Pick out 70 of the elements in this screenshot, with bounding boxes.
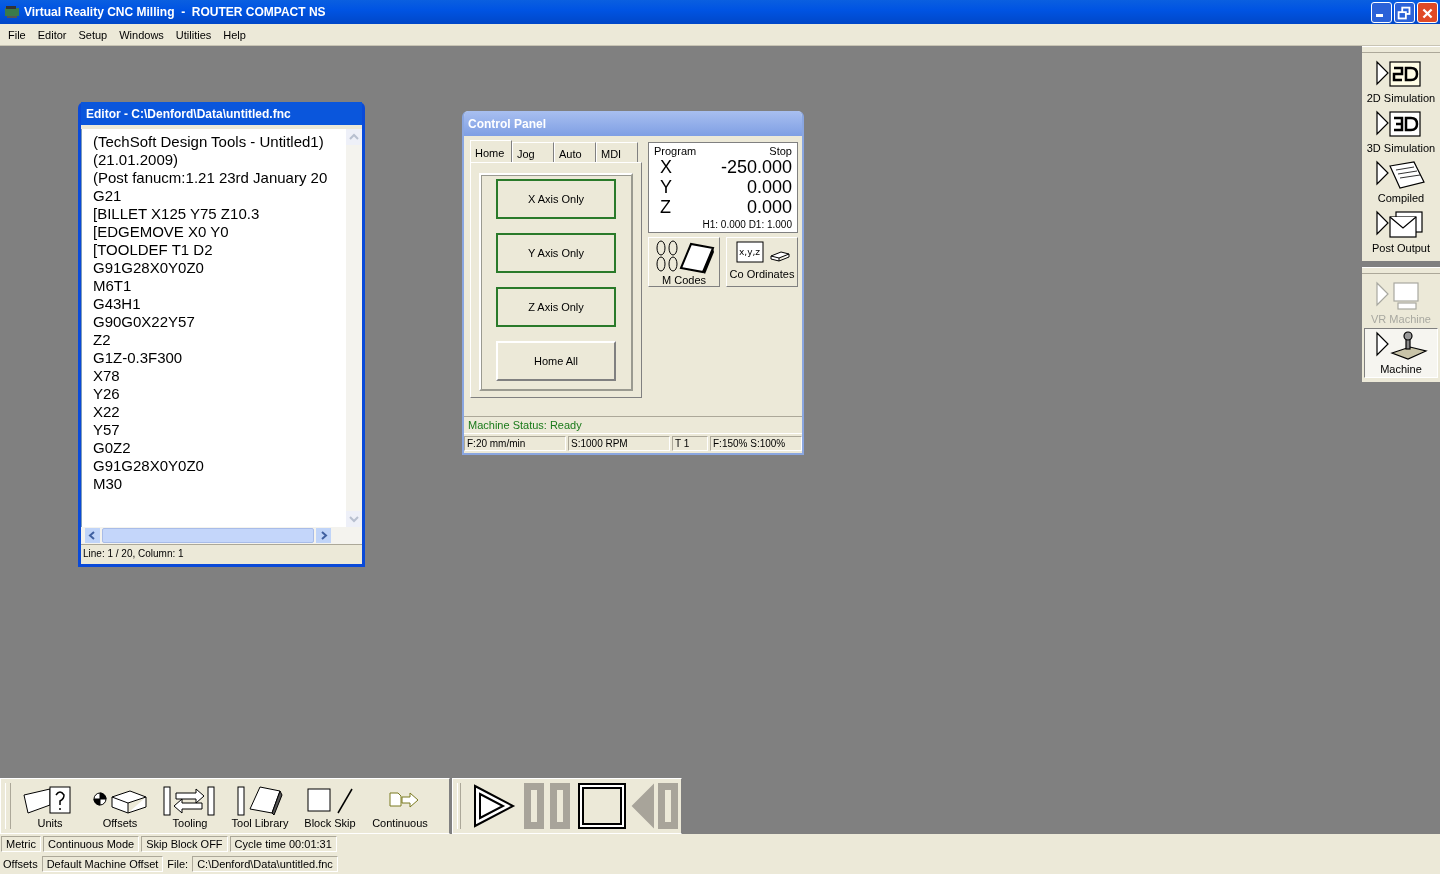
menu-item[interactable]: Help	[217, 28, 252, 41]
scroll-right-icon[interactable]	[316, 528, 331, 543]
menu-item[interactable]: Setup	[72, 28, 114, 41]
status-field: Skip Block OFF	[141, 836, 228, 852]
readout-mode: Program	[654, 145, 697, 157]
home-button[interactable]: X Axis Only	[496, 179, 616, 219]
scroll-up-icon[interactable]	[346, 129, 362, 145]
scroll-left-icon[interactable]	[85, 528, 100, 543]
restore-button[interactable]	[1394, 1, 1415, 23]
status-cell: F:150% S:100%	[710, 436, 802, 451]
stop-button[interactable]	[577, 782, 627, 830]
menu-item[interactable]: File	[2, 28, 32, 41]
toolbar-button[interactable]: Post Output	[1364, 207, 1438, 257]
status-field: Cycle time 00:01:31	[229, 836, 337, 852]
toolbar-button[interactable]: Tooling	[155, 783, 225, 829]
toolbar-button[interactable]: Units	[15, 783, 85, 829]
toolbar-button[interactable]: Machine	[1364, 328, 1438, 378]
home-button[interactable]: Y Axis Only	[496, 233, 616, 273]
tool-button[interactable]: M Codes	[648, 237, 720, 287]
menu-item[interactable]: Windows	[113, 28, 170, 41]
machine-status: Machine Status: Ready	[464, 416, 802, 433]
window-title: Virtual Reality CNC Milling - ROUTER COMPACT NS	[24, 5, 327, 19]
status-cell: F:20 mm/min	[464, 436, 566, 451]
toolbar-button[interactable]: 2D Simulation	[1364, 57, 1438, 107]
editor-status: Line: 1 / 20, Column: 1	[81, 544, 362, 564]
toolbar-handle[interactable]	[5, 783, 11, 829]
axis-value: -250.000	[720, 157, 792, 177]
toolbar-handle[interactable]	[457, 783, 461, 829]
toolbar-button[interactable]: Continuous	[365, 783, 435, 829]
toolbar-button[interactable]: Tool Library	[225, 783, 295, 829]
status-field: File:	[165, 856, 191, 872]
sheet-icon	[1374, 158, 1428, 192]
book-icon	[653, 238, 715, 274]
app-icon	[4, 4, 20, 20]
home-button[interactable]: Home All	[496, 341, 616, 381]
home-button[interactable]: Z Axis Only	[496, 287, 616, 327]
menu-item[interactable]: Utilities	[169, 28, 218, 41]
vertical-scrollbar[interactable]	[346, 129, 362, 527]
tool-button[interactable]: x,y,z Co Ordinates	[726, 237, 798, 287]
menu-item[interactable]: Editor	[31, 28, 73, 41]
toolbar-button[interactable]: 3D Simulation	[1364, 107, 1438, 157]
horizontal-scrollbar[interactable]	[81, 527, 362, 544]
axis-label: X	[660, 157, 672, 177]
minimize-icon	[1376, 13, 1383, 17]
status-field: Metric	[1, 836, 41, 852]
toolbar-button[interactable]: Offsets	[85, 783, 155, 829]
status-cell: S:1000 RPM	[568, 436, 670, 451]
axis-value: 0.000	[746, 177, 792, 197]
status-field: Continuous Mode	[42, 836, 140, 852]
status-field: Default Machine Offset	[41, 856, 164, 872]
toolbar-button[interactable]: Compiled	[1364, 157, 1438, 207]
status-field: Offsets	[1, 856, 40, 872]
status-cell: T 1	[672, 436, 708, 451]
axis-label: Y	[660, 177, 672, 197]
tab[interactable]: MDI	[596, 142, 638, 162]
axis-label: Z	[660, 197, 671, 217]
offset-values: H1: 0.000 D1: 1.000	[701, 219, 792, 230]
editor-title: Editor - C:\Denford\Data\untitled.fnc	[81, 102, 362, 125]
close-button[interactable]	[1417, 1, 1438, 23]
axis-value: 0.000	[746, 197, 792, 217]
toolbar-button[interactable]: Block Skip	[295, 783, 365, 829]
tab[interactable]: Jog	[512, 142, 554, 162]
minimize-button[interactable]	[1371, 1, 1392, 23]
readout-state: Stop	[769, 145, 792, 157]
tab[interactable]: Auto	[554, 142, 596, 162]
panel-title: Control Panel	[464, 111, 802, 136]
scroll-down-icon[interactable]	[346, 511, 362, 527]
tab[interactable]: Home	[470, 140, 512, 162]
code-editor[interactable]: (TechSoft Design Tools - Untitled1) (21.01.2009) (Post fanucm:1.21 23rd January 20 G21 [BILLET X125 Y75 Z10.3 [EDGEMOVE X0 Y0 [TOOLDEF T1 D2 G91G28X0Y0Z0 M6T1 G43H1 G90G0X22Y57 Z2 G1Z-0.3F300 X78 Y26 X22 Y57 G0Z2 G91G28X0Y0Z0 M30	[81, 129, 346, 527]
status-field: C:\Denford\Data\untitled.fnc	[192, 856, 338, 872]
